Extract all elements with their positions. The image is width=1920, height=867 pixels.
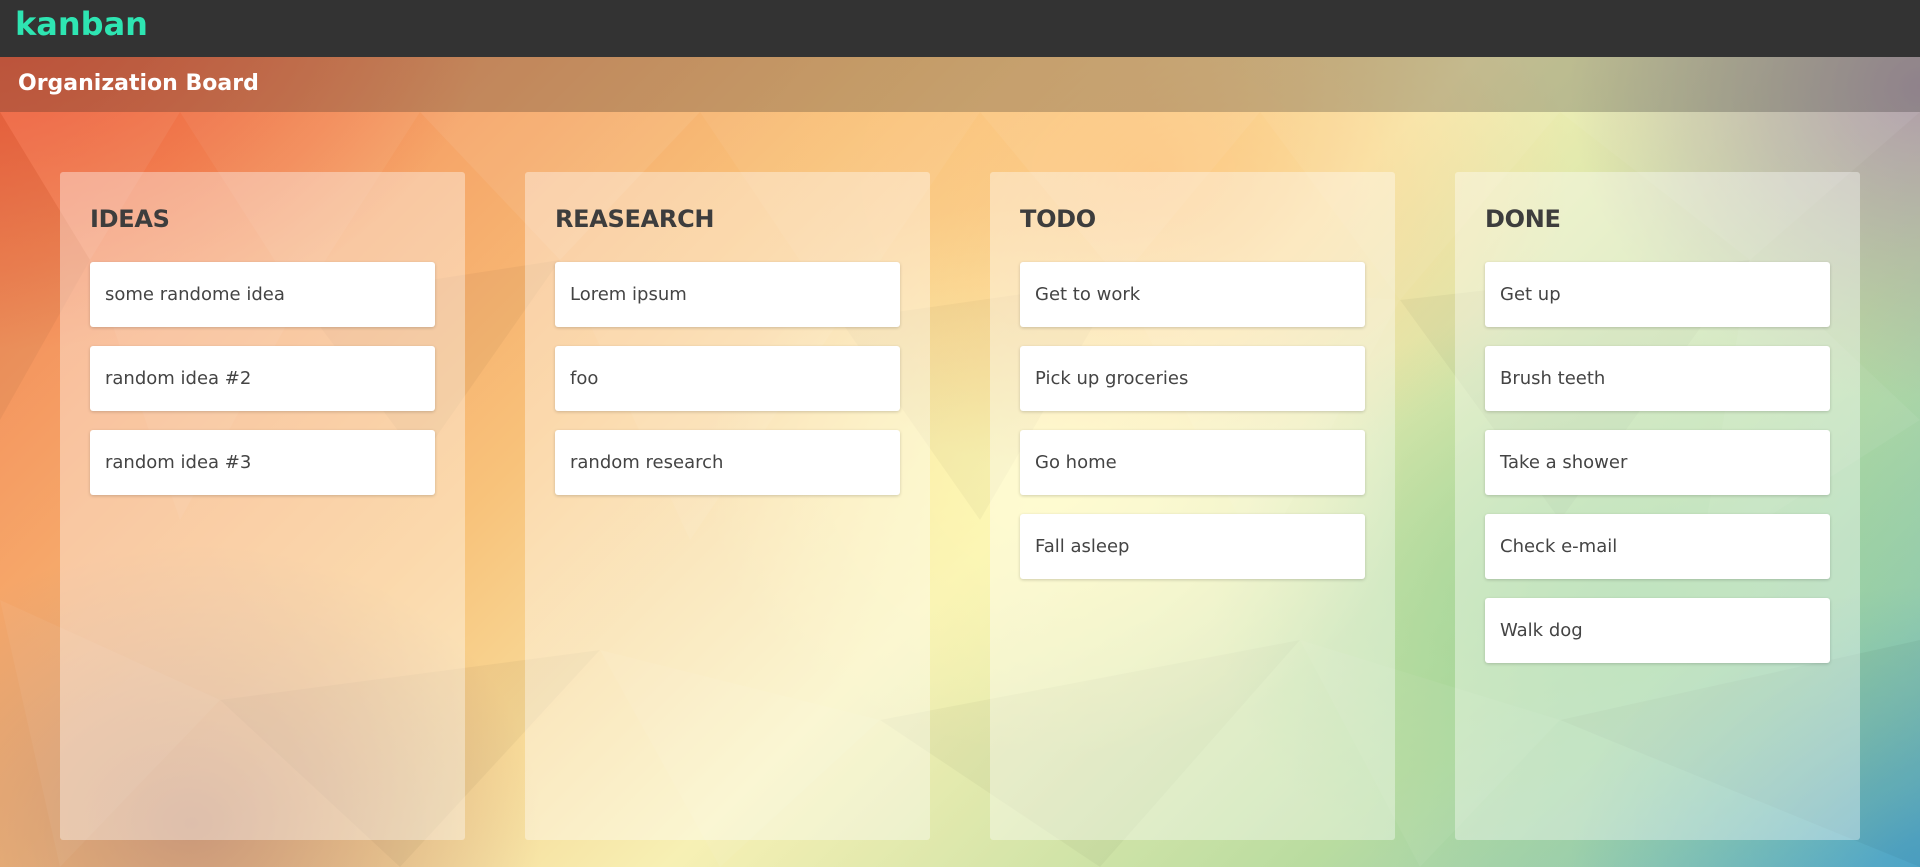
card[interactable]: some randome idea <box>90 262 435 327</box>
card-list: some randome idea random idea #2 random … <box>90 262 435 514</box>
card-list: Get to work Pick up groceries Go home Fa… <box>1020 262 1365 598</box>
board-header: Organization Board <box>0 57 1920 112</box>
column-title: DONE <box>1485 205 1561 233</box>
card[interactable]: Go home <box>1020 430 1365 495</box>
column-ideas[interactable]: IDEAS some randome idea random idea #2 r… <box>60 172 465 840</box>
column-todo[interactable]: TODO Get to work Pick up groceries Go ho… <box>990 172 1395 840</box>
board-title: Organization Board <box>18 71 259 96</box>
card-list: Get up Brush teeth Take a shower Check e… <box>1485 262 1830 682</box>
card[interactable]: foo <box>555 346 900 411</box>
column-research[interactable]: REASEARCH Lorem ipsum foo random researc… <box>525 172 930 840</box>
card[interactable]: Pick up groceries <box>1020 346 1365 411</box>
card[interactable]: Take a shower <box>1485 430 1830 495</box>
card[interactable]: random idea #3 <box>90 430 435 495</box>
card[interactable]: Brush teeth <box>1485 346 1830 411</box>
column-done[interactable]: DONE Get up Brush teeth Take a shower Ch… <box>1455 172 1860 840</box>
brand-logo[interactable]: kanban <box>15 4 148 44</box>
card[interactable]: Get to work <box>1020 262 1365 327</box>
board-columns: IDEAS some randome idea random idea #2 r… <box>60 172 1860 842</box>
column-title: IDEAS <box>90 205 170 233</box>
card[interactable]: Fall asleep <box>1020 514 1365 579</box>
card[interactable]: Lorem ipsum <box>555 262 900 327</box>
column-title: REASEARCH <box>555 205 715 233</box>
card[interactable]: Check e-mail <box>1485 514 1830 579</box>
card[interactable]: random research <box>555 430 900 495</box>
top-navbar: kanban <box>0 0 1920 57</box>
column-title: TODO <box>1020 205 1096 233</box>
card-list: Lorem ipsum foo random research <box>555 262 900 514</box>
card[interactable]: random idea #2 <box>90 346 435 411</box>
card[interactable]: Walk dog <box>1485 598 1830 663</box>
card[interactable]: Get up <box>1485 262 1830 327</box>
